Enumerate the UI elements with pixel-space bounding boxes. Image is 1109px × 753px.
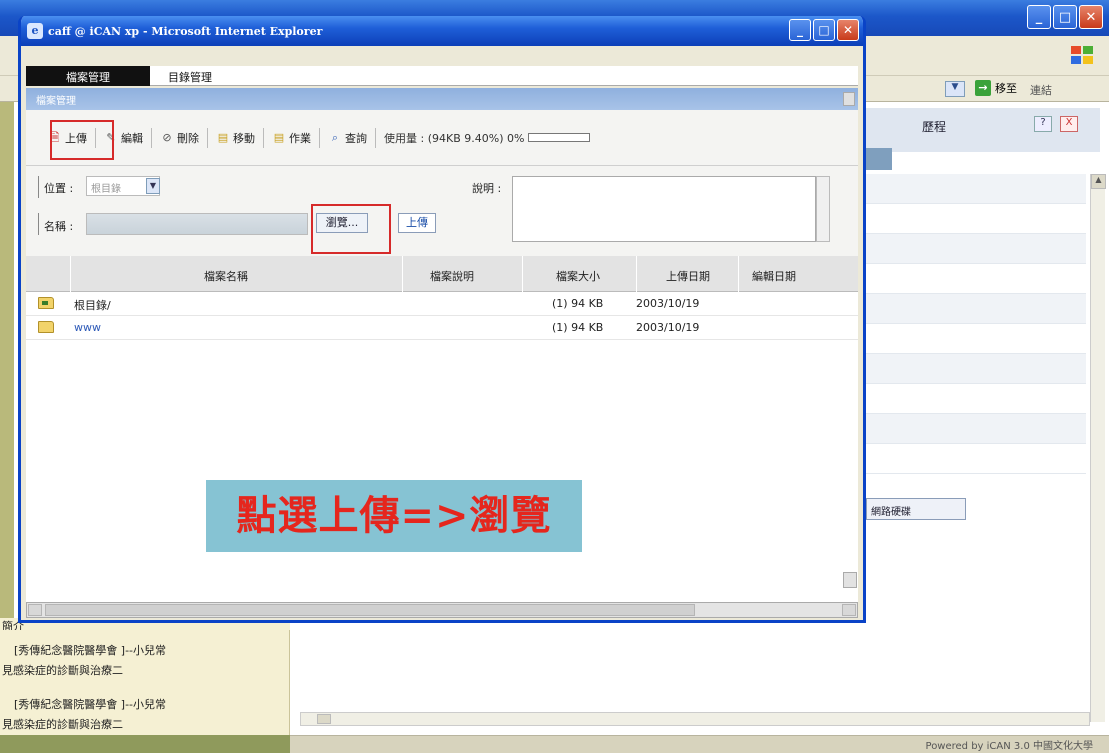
status-bar-left	[0, 735, 290, 753]
upload-date: 2003/10/19	[636, 321, 700, 334]
delete-label: 刪除	[177, 131, 199, 145]
panel-close-icon[interactable]: X	[1060, 116, 1078, 132]
background-vertical-scrollbar[interactable]: ▲	[1090, 174, 1106, 722]
delete-button[interactable]: ⊘ 刪除	[152, 127, 208, 148]
query-label: 查詢	[345, 131, 367, 145]
file-name[interactable]: 根目錄/	[74, 297, 111, 313]
move-button[interactable]: ▤ 移動	[208, 127, 264, 148]
network-drive-button[interactable]: 網路硬碟	[866, 498, 966, 520]
links-label[interactable]: 連結	[1030, 82, 1052, 98]
scroll-left-icon[interactable]	[28, 604, 42, 616]
browse-highlight-box	[311, 204, 391, 254]
ie-icon: e	[27, 23, 43, 39]
popup-horizontal-scrollbar[interactable]	[26, 602, 858, 618]
column-header-upload-date[interactable]: 上傳日期	[666, 268, 710, 284]
file-size: (1) 94 KB	[552, 297, 604, 310]
description-textarea[interactable]	[512, 176, 816, 242]
move-label: 移動	[233, 131, 255, 145]
left-panel-link[interactable]: [秀傳紀念醫院醫學會 ]--小兒常	[14, 642, 166, 658]
help-icon[interactable]: ?	[1034, 116, 1052, 132]
close-icon[interactable]: ✕	[1079, 5, 1103, 29]
scroll-thumb[interactable]	[45, 604, 695, 616]
description-scrollbar[interactable]	[816, 176, 830, 242]
query-icon: ⌕	[331, 130, 339, 144]
left-panel-link[interactable]: 見感染症的診斷與治療二	[2, 716, 123, 732]
job-label: 作業	[289, 131, 311, 145]
scroll-up-icon[interactable]: ▲	[1091, 174, 1106, 189]
popup-tabs: 檔案管理 目錄管理	[26, 66, 858, 86]
section-scroll-icon[interactable]	[843, 92, 855, 106]
left-panel: [秀傳紀念醫院醫學會 ]--小兒常 見感染症的診斷與治療二 [秀傳紀念醫院醫學會…	[0, 630, 290, 735]
popup-scroll-down-icon[interactable]	[843, 572, 857, 588]
file-path-input[interactable]	[86, 213, 308, 235]
background-panel-title: 歷程	[922, 120, 947, 134]
file-manager-popup: e caff @ iCAN xp - Microsoft Internet Ex…	[18, 16, 866, 623]
upload-form: 位置 : 根目錄 ▼ 名稱 : 瀏覽... 上傳 說明 :	[26, 166, 858, 256]
file-size: (1) 94 KB	[552, 321, 604, 334]
name-label: 名稱 :	[44, 220, 74, 233]
folder-icon	[38, 321, 54, 333]
background-window-controls: _ □ ✕	[1027, 5, 1103, 29]
upload-date: 2003/10/19	[636, 297, 700, 310]
tab-file-management[interactable]: 檔案管理	[26, 66, 150, 86]
folder-up-icon	[38, 297, 54, 309]
file-name-link[interactable]: www	[74, 321, 101, 334]
minimize-icon[interactable]: _	[789, 19, 811, 41]
query-button[interactable]: ⌕ 查詢	[320, 127, 376, 148]
column-header-edit-date[interactable]: 編輯日期	[752, 268, 796, 284]
background-tab-strip	[862, 148, 892, 170]
chevron-down-icon[interactable]: ▼	[146, 178, 160, 194]
popup-titlebar: e caff @ iCAN xp - Microsoft Internet Ex…	[21, 16, 863, 46]
left-panel-link[interactable]: [秀傳紀念醫院醫學會 ]--小兒常	[14, 696, 166, 712]
close-icon[interactable]: ✕	[837, 19, 859, 41]
location-label: 位置 :	[44, 182, 74, 195]
minimize-icon[interactable]: _	[1027, 5, 1051, 29]
table-row[interactable]: 根目錄/ (1) 94 KB 2003/10/19	[26, 292, 858, 316]
address-dropdown-icon[interactable]: ▼	[945, 81, 965, 97]
form-upload-button[interactable]: 上傳	[398, 213, 436, 233]
column-header-size[interactable]: 檔案大小	[556, 268, 600, 284]
column-header-filename[interactable]: 檔案名稱	[204, 268, 248, 284]
edit-label: 編輯	[121, 131, 143, 145]
windows-logo-icon	[1071, 46, 1093, 64]
usage-bar	[528, 133, 591, 142]
usage-text: 使用量 : (94KB 9.40%) 0%	[384, 131, 525, 145]
description-label: 說明 :	[472, 182, 502, 195]
column-header-description[interactable]: 檔案說明	[430, 268, 474, 284]
table-row[interactable]: www (1) 94 KB 2003/10/19	[26, 316, 858, 340]
job-icon: ▤	[273, 130, 285, 144]
tab-directory-management[interactable]: 目錄管理	[156, 66, 224, 86]
section-header: 檔案管理	[26, 88, 858, 110]
file-toolbar: 🗎 上傳 ✎ 編輯 ⊘ 刪除 ▤ 移動 ▤ 作業 ⌕ 查詢 使用量: (94K…	[26, 110, 858, 166]
popup-content: 🗎 上傳 ✎ 編輯 ⊘ 刪除 ▤ 移動 ▤ 作業 ⌕ 查詢 使用量: (94K…	[26, 110, 858, 602]
popup-title: caff @ iCAN xp - Microsoft Internet Expl…	[48, 24, 323, 38]
job-button[interactable]: ▤ 作業	[264, 127, 320, 148]
upload-highlight-box	[50, 120, 114, 160]
go-arrow-icon: →	[975, 80, 991, 96]
go-button[interactable]: → 移至	[975, 80, 1017, 96]
popup-window-controls: _ □ ✕	[789, 19, 859, 41]
delete-icon: ⊘	[162, 130, 172, 144]
background-horizontal-scrollbar[interactable]	[300, 712, 1090, 726]
maximize-icon[interactable]: □	[813, 19, 835, 41]
left-panel-link[interactable]: 見感染症的診斷與治療二	[2, 662, 123, 678]
move-icon: ▤	[217, 130, 229, 144]
usage-indicator: 使用量 : (94KB 9.40%) 0%	[376, 130, 591, 146]
go-label: 移至	[995, 82, 1017, 95]
status-text: Powered by iCAN 3.0 中國文化大學	[925, 741, 1093, 752]
file-table-header: 檔案名稱 檔案說明 檔案大小 上傳日期 編輯日期	[26, 256, 858, 292]
scroll-right-icon[interactable]	[842, 604, 856, 616]
instruction-caption: 點選上傳=>瀏覽	[206, 480, 582, 552]
maximize-icon[interactable]: □	[1053, 5, 1077, 29]
background-rows	[862, 174, 1086, 474]
